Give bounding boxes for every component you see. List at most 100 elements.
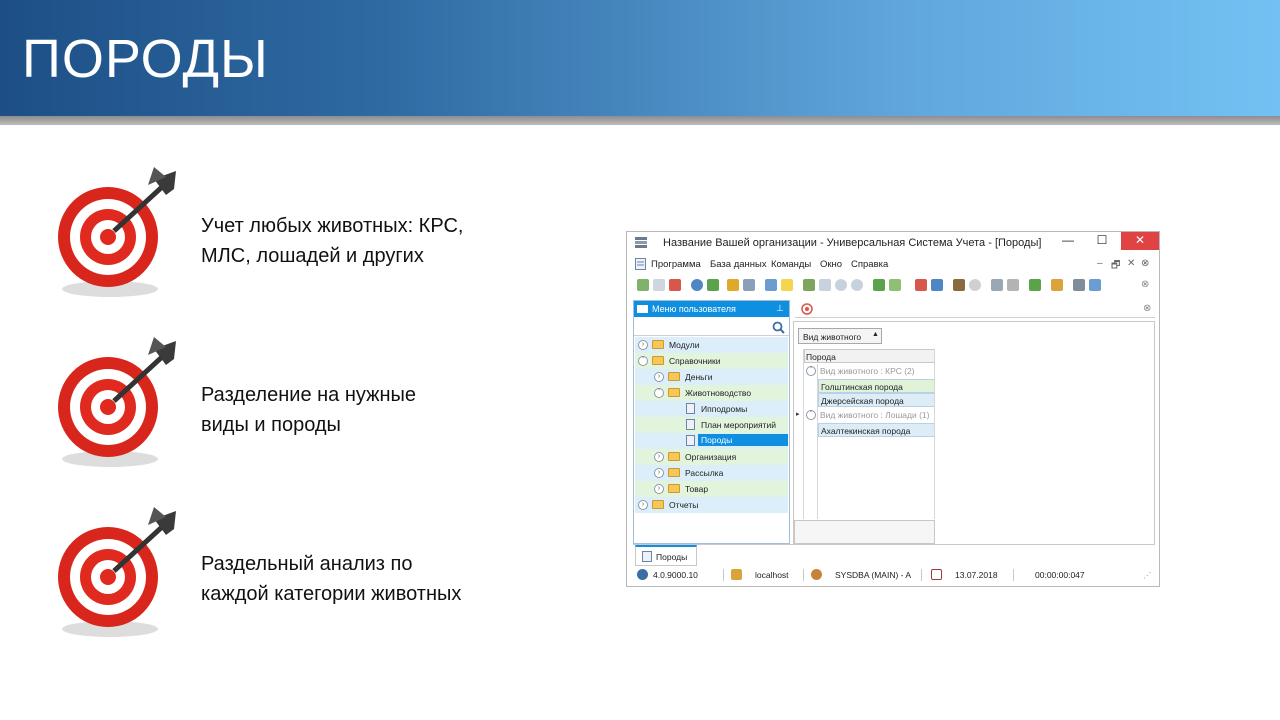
tree-item-label: Отчеты — [669, 500, 699, 510]
status-timer: 00:00:00:047 — [1035, 570, 1085, 580]
expand-icon[interactable]: › — [654, 372, 664, 382]
close-button[interactable]: ✕ — [1121, 232, 1159, 250]
menu-help[interactable]: Справка — [851, 259, 888, 270]
document-icon — [686, 403, 695, 414]
pin-icon[interactable]: ⊥ — [776, 303, 784, 314]
tree-item-livestock[interactable]: ˇ Животноводство — [635, 385, 788, 401]
database-icon — [731, 569, 742, 580]
folder-icon — [652, 500, 664, 509]
toolbar-excel-icon[interactable] — [873, 279, 885, 291]
target-dart-icon — [58, 507, 176, 637]
tree-item-event-plan[interactable]: План мероприятий — [635, 417, 788, 433]
toolbar-check-icon[interactable] — [1029, 279, 1041, 291]
toolbar-up-icon[interactable] — [851, 279, 863, 291]
slide-header: ПОРОДЫ — [0, 0, 1280, 116]
toolbar-add-icon[interactable] — [637, 279, 649, 291]
folder-icon — [668, 484, 680, 493]
tree-item-mailing[interactable]: › Рассылка — [635, 465, 788, 481]
maximize-button[interactable]: ☐ — [1085, 232, 1119, 250]
toolbar-search-icon[interactable] — [691, 279, 703, 291]
tree-item-goods[interactable]: › Товар — [635, 481, 788, 497]
toolbar-forward-icon[interactable] — [819, 279, 831, 291]
info-icon — [637, 569, 648, 580]
expand-icon[interactable]: › — [638, 500, 648, 510]
group-by-button[interactable]: Вид животного ▲ — [798, 328, 882, 344]
toolbar-down-icon[interactable] — [835, 279, 847, 291]
toolbar-filter-clear-icon[interactable] — [743, 279, 755, 291]
search-icon[interactable] — [772, 321, 785, 334]
bullet-3-line-1: Раздельный анализ по — [201, 553, 413, 575]
grid-indicator-column — [803, 349, 804, 519]
collapse-icon[interactable]: ˇ — [806, 366, 816, 376]
tree-item-label: Товар — [685, 484, 709, 494]
collapse-icon[interactable]: ˇ — [806, 410, 816, 420]
tree-item-breeds[interactable]: Породы — [635, 433, 788, 449]
collapse-icon[interactable]: ˇ — [638, 356, 648, 366]
breeds-grid-panel: Вид животного ▲ Порода ˇ Вид животного :… — [793, 321, 1155, 545]
toolbar-export-icon[interactable] — [889, 279, 901, 291]
expand-icon[interactable]: › — [638, 340, 648, 350]
toolbar-settings-icon[interactable] — [1007, 279, 1019, 291]
menu-window[interactable]: Окно — [820, 259, 842, 270]
collapse-icon[interactable]: ˇ — [654, 388, 664, 398]
menu-program[interactable]: Программа — [651, 259, 701, 270]
user-menu-panel: Меню пользователя ⊥ › Модули ˇ Справочни… — [633, 300, 790, 544]
calendar-icon — [931, 569, 942, 580]
toolbar-new-window-icon[interactable] — [915, 279, 927, 291]
tree-item-money[interactable]: › Деньги — [635, 369, 788, 385]
toolbar-book-icon[interactable] — [953, 279, 965, 291]
tree-search-bar[interactable] — [634, 318, 789, 336]
tree-item-organization[interactable]: › Организация — [635, 449, 788, 465]
toolbar-back-icon[interactable] — [803, 279, 815, 291]
toolbar-refresh-icon[interactable] — [707, 279, 719, 291]
mdi-close-button[interactable]: ✕ — [1127, 258, 1135, 269]
breed-name: Ахалтекинская порода — [821, 426, 911, 436]
table-row[interactable]: Джерсейская порода — [818, 393, 935, 407]
toolbar-close-circle-icon[interactable]: ⊗ — [1141, 279, 1149, 290]
document-tab-bar: Породы — [633, 544, 1155, 566]
toolbar-note-icon[interactable] — [781, 279, 793, 291]
toolbar-users-icon[interactable] — [1051, 279, 1063, 291]
toolbar-filter-icon[interactable] — [727, 279, 739, 291]
toolbar-stop-icon[interactable] — [969, 279, 981, 291]
mdi-restore-button[interactable]: 🗗 — [1111, 258, 1120, 275]
group-row-horses[interactable]: ▸ ˇ Вид животного : Лошади (1) — [794, 408, 935, 422]
toolbar-print-icon[interactable] — [1073, 279, 1085, 291]
minimize-button[interactable]: — — [1051, 232, 1085, 250]
mdi-close-circle-icon[interactable]: ⊗ — [1141, 258, 1149, 269]
document-icon — [686, 435, 695, 446]
expand-icon[interactable]: › — [654, 468, 664, 478]
toolbar-tools-icon[interactable] — [991, 279, 1003, 291]
tree-item-modules[interactable]: › Модули — [635, 337, 788, 353]
table-row[interactable]: Голштинская порода — [818, 379, 935, 393]
toolbar-copy-icon[interactable] — [653, 279, 665, 291]
database-icon — [635, 237, 647, 248]
grid-indent-column — [817, 364, 818, 519]
toolbar-import-icon[interactable] — [765, 279, 777, 291]
expand-icon[interactable]: › — [654, 484, 664, 494]
tree-item-directories[interactable]: ˇ Справочники — [635, 353, 788, 369]
group-row-cattle[interactable]: ˇ Вид животного : КРС (2) — [804, 364, 935, 378]
resize-grip-icon[interactable]: ⋰ — [1143, 570, 1152, 581]
panel-close-icon[interactable]: ⊗ — [1143, 303, 1151, 314]
column-header-breed[interactable]: Порода — [804, 349, 935, 363]
toolbar-delete-icon[interactable] — [669, 279, 681, 291]
tree-item-label: План мероприятий — [701, 420, 776, 430]
grid-footer — [794, 520, 935, 544]
tab-breeds[interactable]: Породы — [635, 545, 697, 566]
folder-icon — [668, 372, 680, 381]
tree-item-hippodromes[interactable]: Ипподромы — [635, 401, 788, 417]
bullet-2-line-2: виды и породы — [201, 414, 341, 436]
menu-commands[interactable]: Команды — [771, 259, 811, 270]
menu-database[interactable]: База данных — [710, 259, 767, 270]
mdi-minimize-button[interactable]: – — [1097, 258, 1103, 269]
tree-item-reports[interactable]: › Отчеты — [635, 497, 788, 513]
close-circle-icon[interactable] — [801, 303, 813, 315]
toolbar-window-icon[interactable] — [931, 279, 943, 291]
tree-item-label: Деньги — [685, 372, 713, 382]
document-icon — [642, 551, 652, 562]
table-row[interactable]: Ахалтекинская порода — [818, 423, 935, 437]
expand-icon[interactable]: › — [654, 452, 664, 462]
toolbar-share-icon[interactable] — [1089, 279, 1101, 291]
group-row-label: Вид животного : КРС (2) — [820, 366, 915, 376]
